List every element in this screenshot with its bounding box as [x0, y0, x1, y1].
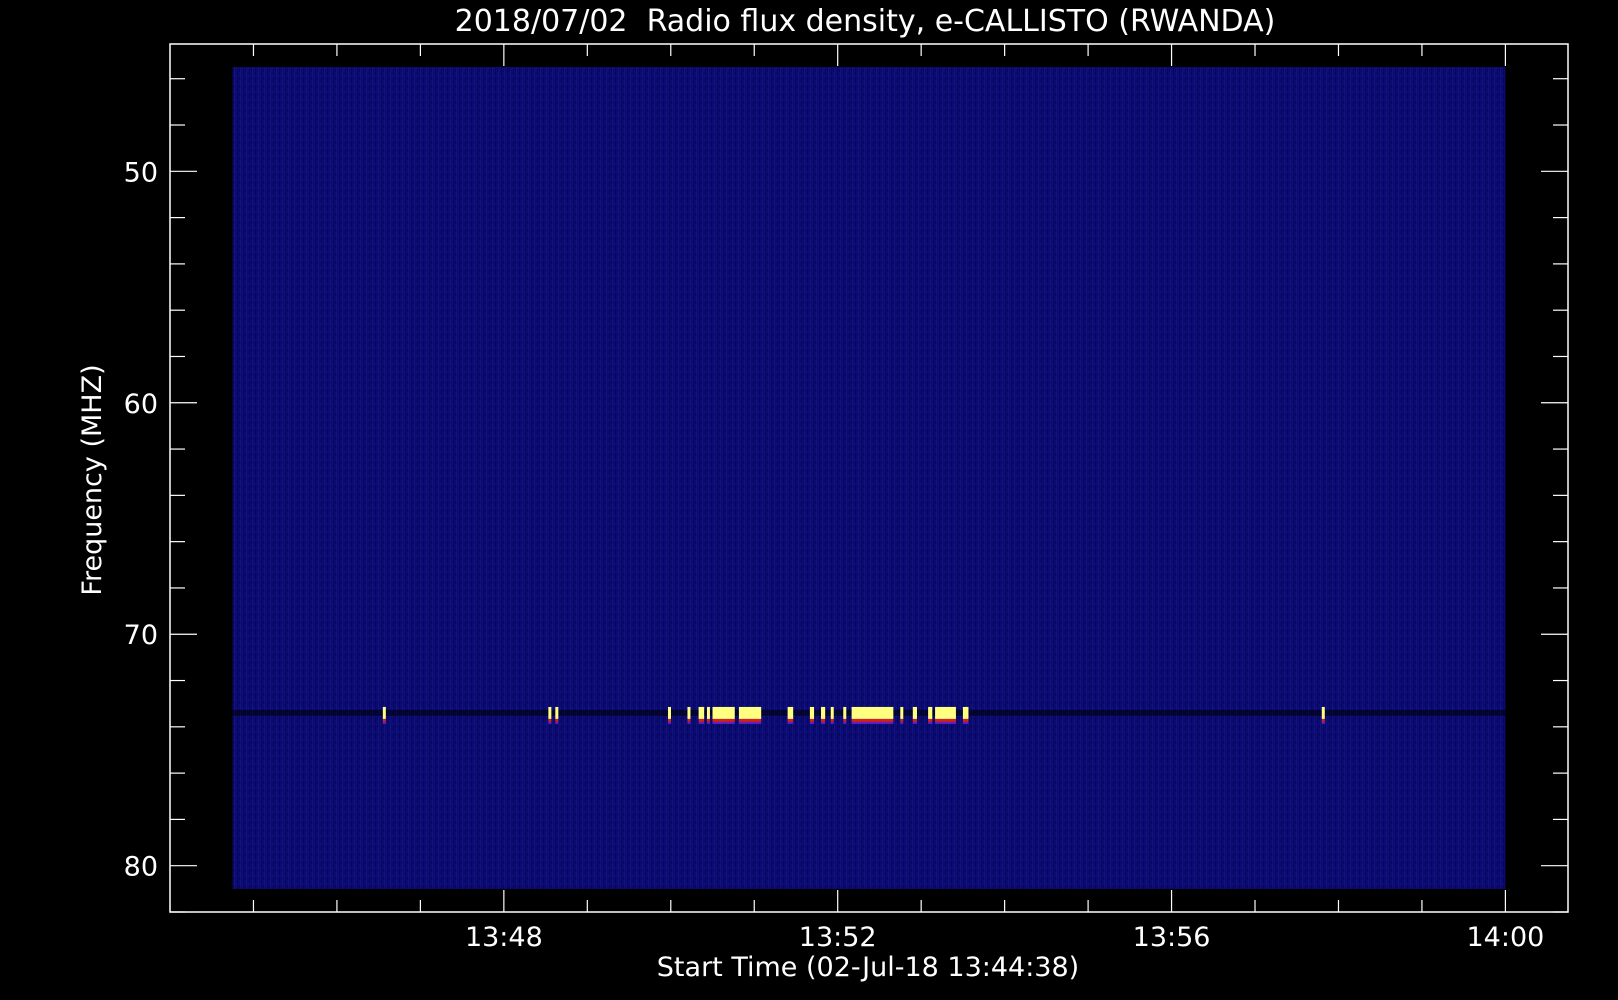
burst-edge-violet	[900, 721, 904, 724]
x-tick-label: 13:56	[1133, 922, 1211, 953]
burst-edge-violet	[555, 721, 559, 724]
burst-core	[935, 706, 956, 719]
burst-core	[667, 706, 671, 719]
burst-edge-red	[712, 718, 735, 722]
spectrogram-background	[232, 67, 1506, 889]
burst-edge-violet	[687, 721, 691, 724]
x-tick-label: 14:00	[1466, 922, 1544, 953]
burst-edge-violet	[843, 721, 847, 724]
burst-core	[821, 706, 826, 719]
burst-edge-red	[900, 718, 904, 722]
burst-core	[698, 706, 705, 719]
burst-mark	[935, 706, 956, 724]
burst-mark	[962, 706, 969, 724]
burst-core	[900, 706, 904, 719]
burst-core	[1321, 706, 1325, 719]
burst-edge-red	[809, 718, 815, 722]
burst-edge-red	[843, 718, 847, 722]
burst-edge-red	[667, 718, 671, 722]
burst-mark	[851, 706, 894, 724]
burst-edge-red	[787, 718, 794, 722]
burst-edge-red	[1321, 718, 1325, 722]
burst-edge-red	[851, 718, 894, 722]
burst-mark	[667, 706, 671, 724]
burst-mark	[738, 706, 762, 724]
y-tick-label: 60	[124, 389, 158, 420]
burst-mark	[912, 706, 917, 724]
burst-core	[851, 706, 894, 719]
chart-title: 2018/07/02 Radio flux density, e-CALLIST…	[455, 4, 1276, 39]
burst-mark	[712, 706, 735, 724]
burst-edge-red	[928, 718, 933, 722]
burst-core	[787, 706, 794, 719]
y-tick-label: 50	[124, 157, 158, 188]
burst-core	[382, 706, 386, 719]
burst-edge-red	[912, 718, 917, 722]
burst-mark	[928, 706, 933, 724]
burst-edge-red	[962, 718, 969, 722]
burst-edge-violet	[821, 721, 826, 724]
burst-edge-red	[382, 718, 386, 722]
burst-mark	[843, 706, 847, 724]
burst-mark	[900, 706, 904, 724]
burst-edge-violet	[706, 721, 710, 724]
burst-edge-violet	[698, 721, 705, 724]
burst-edge-violet	[787, 721, 794, 724]
burst-edge-violet	[830, 721, 834, 724]
burst-edge-violet	[1321, 721, 1325, 724]
plot-area	[232, 67, 1506, 889]
burst-edge-red	[706, 718, 710, 722]
burst-edge-violet	[712, 721, 735, 724]
burst-core	[830, 706, 834, 719]
burst-core	[555, 706, 559, 719]
x-axis-label: Start Time (02-Jul-18 13:44:38)	[657, 952, 1079, 983]
burst-core	[706, 706, 710, 719]
burst-edge-red	[698, 718, 705, 722]
burst-edge-red	[687, 718, 691, 722]
spectrogram-chart: 2018/07/02 Radio flux density, e-CALLIST…	[77, 4, 1569, 983]
burst-mark	[787, 706, 794, 724]
burst-mark	[706, 706, 710, 724]
burst-edge-violet	[809, 721, 815, 724]
burst-core	[738, 706, 762, 719]
burst-edge-red	[821, 718, 826, 722]
burst-mark	[830, 706, 834, 724]
burst-edge-red	[555, 718, 559, 722]
burst-edge-violet	[667, 721, 671, 724]
burst-core	[962, 706, 969, 719]
burst-core	[548, 706, 552, 719]
burst-edge-red	[548, 718, 552, 722]
burst-edge-violet	[935, 721, 956, 724]
burst-mark	[698, 706, 705, 724]
burst-edge-red	[830, 718, 834, 722]
burst-edge-red	[738, 718, 762, 722]
burst-edge-violet	[851, 721, 894, 724]
y-tick-label: 80	[124, 852, 158, 883]
burst-core	[912, 706, 917, 719]
burst-edge-violet	[548, 721, 552, 724]
burst-edge-violet	[382, 721, 386, 724]
y-axis-label: Frequency (MHZ)	[77, 364, 108, 595]
burst-edge-violet	[928, 721, 933, 724]
burst-core	[928, 706, 933, 719]
burst-mark	[821, 706, 826, 724]
y-tick-label: 70	[124, 620, 158, 651]
burst-core	[843, 706, 847, 719]
burst-mark	[555, 706, 559, 724]
x-tick-label: 13:52	[799, 922, 877, 953]
burst-mark	[809, 706, 815, 724]
burst-mark	[548, 706, 552, 724]
burst-mark	[382, 706, 386, 724]
x-tick-label: 13:48	[465, 922, 543, 953]
burst-core	[809, 706, 815, 719]
burst-core	[687, 706, 691, 719]
burst-mark	[687, 706, 691, 724]
burst-edge-violet	[738, 721, 762, 724]
burst-edge-violet	[962, 721, 969, 724]
burst-edge-violet	[912, 721, 917, 724]
burst-mark	[1321, 706, 1325, 724]
burst-edge-red	[935, 718, 956, 722]
burst-core	[712, 706, 735, 719]
